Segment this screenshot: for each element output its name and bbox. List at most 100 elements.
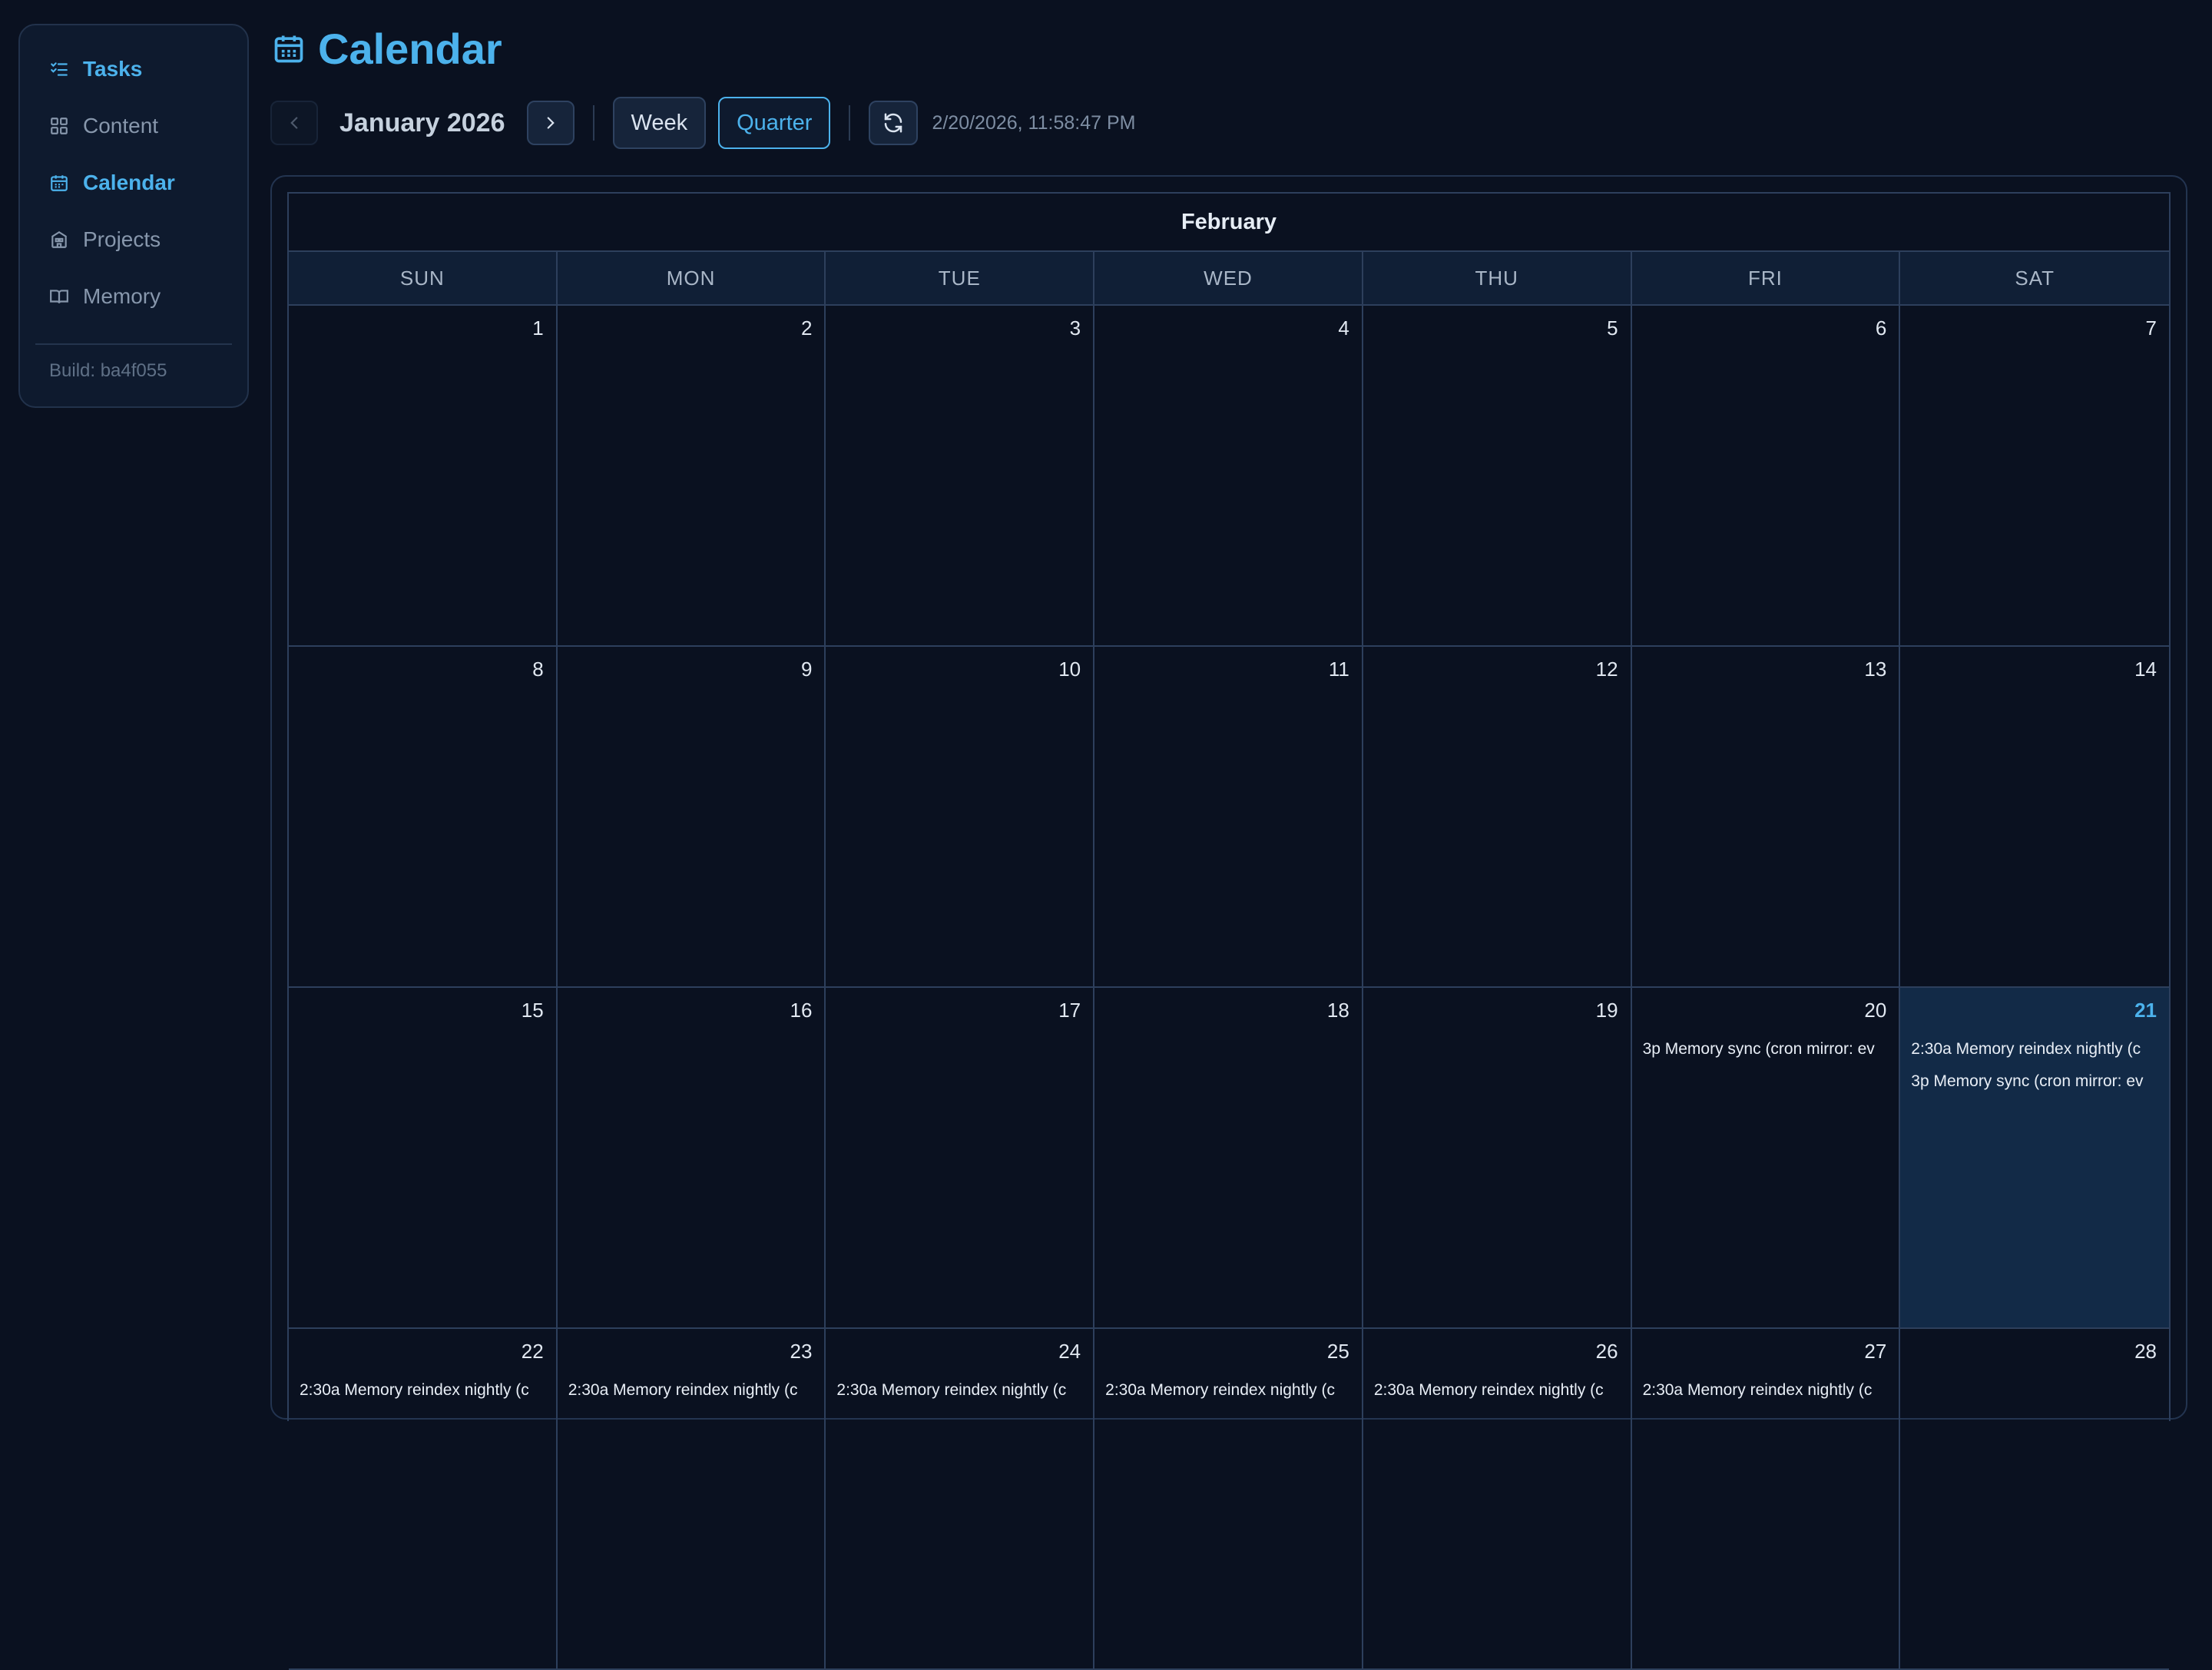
day-number: 21 bbox=[2134, 999, 2157, 1022]
sidebar: Tasks Content Calendar Projects Memory B… bbox=[18, 24, 249, 408]
calendar-event[interactable]: 3p Memory sync (cron mirror: ev bbox=[1643, 1039, 1889, 1071]
event-list: 2:30a Memory reindex nightly (c bbox=[300, 1380, 545, 1412]
day-number: 23 bbox=[790, 1340, 813, 1363]
day-cell[interactable]: 27 2:30a Memory reindex nightly (c bbox=[1632, 1329, 1901, 1668]
calendar-event[interactable]: 2:30a Memory reindex nightly (c bbox=[1105, 1380, 1351, 1412]
day-cell[interactable]: 23 2:30a Memory reindex nightly (c bbox=[558, 1329, 826, 1668]
refresh-button[interactable] bbox=[869, 101, 919, 145]
sidebar-divider bbox=[35, 343, 232, 345]
day-cell[interactable]: 26 2:30a Memory reindex nightly (c bbox=[1363, 1329, 1632, 1668]
quarter-view-button[interactable]: Quarter bbox=[718, 97, 831, 149]
weeks-container: 1 2 3 4 5 6 7 8 9 10 11 12 13 14 15 16 17 18 19 20 3p Memory… bbox=[289, 306, 2169, 1670]
calendar-icon bbox=[272, 31, 306, 66]
sidebar-item-memory[interactable]: Memory bbox=[35, 268, 232, 325]
projects-icon bbox=[49, 230, 69, 250]
calendar-event[interactable]: 2:30a Memory reindex nightly (c bbox=[1374, 1380, 1620, 1412]
calendar-event[interactable]: 2:30a Memory reindex nightly (c bbox=[300, 1380, 545, 1412]
day-cell[interactable]: 7 bbox=[1900, 306, 2169, 645]
chevron-right-icon bbox=[541, 113, 561, 133]
event-list: 2:30a Memory reindex nightly (c bbox=[1374, 1380, 1620, 1412]
day-number: 3 bbox=[1069, 316, 1081, 340]
month-name: February bbox=[289, 194, 2169, 252]
day-number: 5 bbox=[1607, 316, 1618, 340]
day-number: 9 bbox=[800, 658, 813, 681]
current-month-label: January 2026 bbox=[339, 108, 505, 138]
day-number: 8 bbox=[532, 658, 544, 681]
chevron-left-icon bbox=[284, 113, 304, 133]
day-cell-today[interactable]: 21 2:30a Memory reindex nightly (c 3p Memo… bbox=[1900, 988, 2169, 1327]
calendar-event[interactable]: 2:30a Memory reindex nightly (c bbox=[836, 1380, 1082, 1412]
sidebar-item-label: Memory bbox=[83, 284, 161, 308]
day-cell[interactable]: 3 bbox=[826, 306, 1095, 645]
refresh-icon bbox=[882, 111, 905, 134]
calendar-event[interactable]: 2:30a Memory reindex nightly (c bbox=[1643, 1380, 1889, 1412]
weekday-header: THU bbox=[1363, 252, 1632, 304]
day-cell[interactable]: 2 bbox=[558, 306, 826, 645]
calendar-event[interactable]: 3p Memory sync (cron mirror: ev bbox=[1911, 1071, 2158, 1103]
sidebar-item-label: Projects bbox=[83, 227, 161, 251]
weekday-header: TUE bbox=[826, 252, 1095, 304]
month-grid: February SUN MON TUE WED THU FRI SAT 123… bbox=[287, 192, 2171, 1670]
event-list: 3p Memory sync (cron mirror: ev bbox=[1643, 1039, 1889, 1071]
day-cell[interactable]: 20 3p Memory sync (cron mirror: ev bbox=[1632, 988, 1901, 1327]
day-cell[interactable]: 18 bbox=[1094, 988, 1363, 1327]
week-view-button[interactable]: Week bbox=[612, 97, 707, 149]
day-cell[interactable]: 12 bbox=[1363, 647, 1632, 986]
prev-month-button[interactable] bbox=[270, 101, 318, 145]
day-number: 18 bbox=[1326, 999, 1349, 1022]
day-number: 2 bbox=[800, 316, 813, 340]
day-cell[interactable]: 14 bbox=[1900, 647, 2169, 986]
day-number: 4 bbox=[1338, 316, 1349, 340]
day-cell[interactable]: 10 bbox=[826, 647, 1095, 986]
day-cell[interactable]: 19 bbox=[1363, 988, 1632, 1327]
sidebar-item-calendar[interactable]: Calendar bbox=[35, 154, 232, 211]
day-number: 7 bbox=[2145, 316, 2157, 340]
week-row: 15 16 17 18 19 20 3p Memory sync (cron mirror:… bbox=[289, 988, 2169, 1329]
day-number: 13 bbox=[1864, 658, 1887, 681]
day-number: 24 bbox=[1058, 1340, 1081, 1363]
day-number: 25 bbox=[1326, 1340, 1349, 1363]
calendar-event[interactable]: 2:30a Memory reindex nightly (c bbox=[568, 1380, 814, 1412]
day-cell[interactable]: 25 2:30a Memory reindex nightly (c bbox=[1094, 1329, 1363, 1668]
day-cell[interactable]: 28 bbox=[1900, 1329, 2169, 1668]
day-number: 6 bbox=[1875, 316, 1887, 340]
day-cell[interactable]: 5 bbox=[1363, 306, 1632, 645]
sidebar-item-label: Content bbox=[83, 114, 159, 138]
calendar-event[interactable]: 2:30a Memory reindex nightly (c bbox=[1911, 1039, 2158, 1071]
next-month-button[interactable] bbox=[526, 101, 575, 145]
day-number: 27 bbox=[1864, 1340, 1887, 1363]
event-list: 2:30a Memory reindex nightly (c bbox=[836, 1380, 1082, 1412]
day-cell[interactable]: 4 bbox=[1094, 306, 1363, 645]
day-cell[interactable]: 8 bbox=[289, 647, 558, 986]
sidebar-item-content[interactable]: Content bbox=[35, 98, 232, 154]
event-list: 2:30a Memory reindex nightly (c bbox=[1643, 1380, 1889, 1412]
day-number: 11 bbox=[1328, 658, 1349, 681]
weekday-header: FRI bbox=[1632, 252, 1901, 304]
day-number: 14 bbox=[2134, 658, 2157, 681]
day-cell[interactable]: 16 bbox=[558, 988, 826, 1327]
weekday-header: MON bbox=[558, 252, 826, 304]
day-cell[interactable]: 6 bbox=[1632, 306, 1901, 645]
week-row: 1 2 3 4 5 6 7 bbox=[289, 306, 2169, 647]
event-list: 2:30a Memory reindex nightly (c bbox=[1105, 1380, 1351, 1412]
day-cell[interactable]: 13 bbox=[1632, 647, 1901, 986]
day-cell[interactable]: 9 bbox=[558, 647, 826, 986]
page-header: Calendar bbox=[272, 22, 502, 75]
day-cell[interactable]: 24 2:30a Memory reindex nightly (c bbox=[826, 1329, 1095, 1668]
toolbar-divider bbox=[849, 105, 851, 141]
event-list: 2:30a Memory reindex nightly (c 3p Memory… bbox=[1911, 1039, 2158, 1103]
day-number: 16 bbox=[790, 999, 813, 1022]
memory-icon bbox=[49, 287, 69, 306]
sidebar-item-projects[interactable]: Projects bbox=[35, 211, 232, 268]
day-cell[interactable]: 22 2:30a Memory reindex nightly (c bbox=[289, 1329, 558, 1668]
day-cell[interactable]: 11 bbox=[1094, 647, 1363, 986]
event-list: 2:30a Memory reindex nightly (c bbox=[568, 1380, 814, 1412]
sidebar-item-tasks[interactable]: Tasks bbox=[35, 41, 232, 98]
day-cell[interactable]: 15 bbox=[289, 988, 558, 1327]
day-cell[interactable]: 17 bbox=[826, 988, 1095, 1327]
day-number: 10 bbox=[1058, 658, 1081, 681]
calendar-toolbar: January 2026 Week Quarter 2/20/2026, 11:… bbox=[270, 97, 1135, 149]
build-label: Build: ba4f055 bbox=[49, 360, 167, 381]
day-cell[interactable]: 1 bbox=[289, 306, 558, 645]
day-number: 1 bbox=[532, 316, 544, 340]
